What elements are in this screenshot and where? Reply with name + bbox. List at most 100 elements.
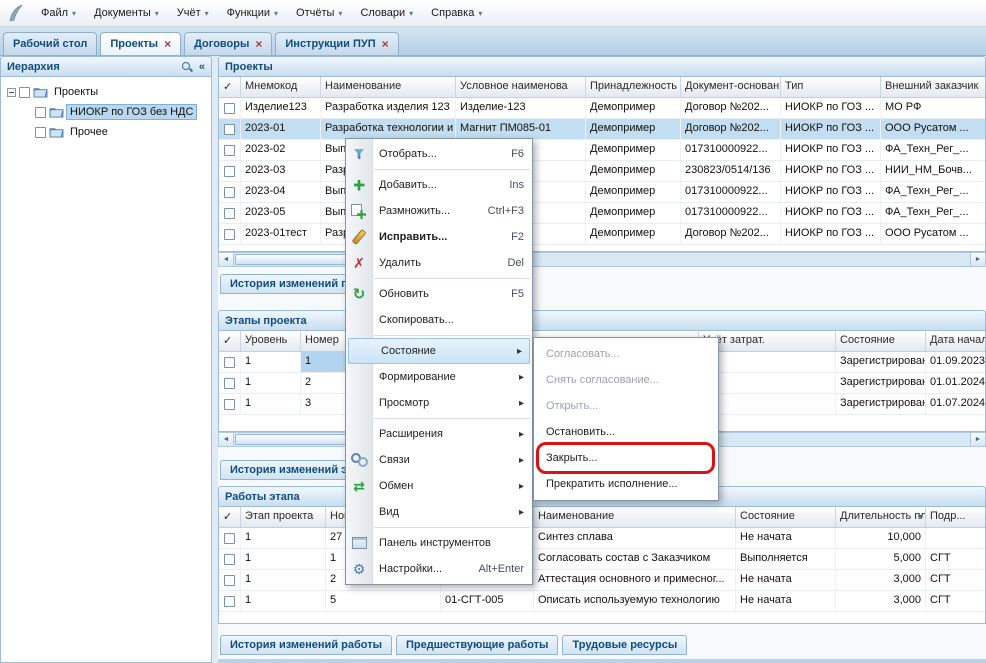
checkbox[interactable] [224, 103, 235, 114]
checkbox[interactable] [224, 554, 235, 565]
menubar-item[interactable]: Файл [32, 2, 85, 24]
tab[interactable]: Проекты [100, 32, 181, 55]
checkbox[interactable] [224, 145, 235, 156]
horizontal-scrollbar[interactable] [218, 252, 986, 267]
context-menu-item[interactable]: Удалить Del [346, 250, 532, 276]
scroll-right-button[interactable] [970, 433, 985, 446]
menubar-item[interactable]: Справка [422, 2, 491, 24]
column-header[interactable]: Условное наименова [456, 77, 586, 97]
checkbox[interactable] [224, 166, 235, 177]
tab[interactable]: Договоры [184, 32, 272, 55]
context-menu-item[interactable]: Скопировать... [346, 307, 532, 333]
checkbox[interactable] [224, 533, 235, 544]
column-header[interactable]: Наименование [534, 507, 736, 527]
context-menu-item[interactable]: Вид [346, 499, 532, 525]
table-row[interactable]: 2023-01тест Разр ый маг... Демопример До… [219, 224, 985, 245]
context-menu-item[interactable]: Обмен [346, 473, 532, 499]
column-header[interactable]: Документ-основан [681, 77, 781, 97]
checkbox[interactable] [224, 575, 235, 586]
tree-item[interactable]: Прочее [1, 122, 211, 142]
column-header[interactable]: Принадлежность [586, 77, 681, 97]
column-header[interactable]: Подр... [926, 507, 985, 527]
column-header[interactable]: Длительность план [836, 507, 926, 527]
context-menu-item[interactable]: Формирование [346, 364, 532, 390]
menubar-item[interactable]: Учёт [168, 2, 218, 24]
table-row[interactable]: 2023-05 Вып Демопример 017310000922... Н… [219, 203, 985, 224]
checkbox[interactable] [224, 208, 235, 219]
context-menu-item[interactable]: Исправить... F2 [346, 224, 532, 250]
table-row[interactable]: 1 2 Аттестация основного и примесног... … [219, 570, 985, 591]
menubar-item[interactable]: Документы [85, 2, 168, 24]
column-header[interactable]: ✓ [219, 507, 241, 527]
context-menu-item[interactable]: Размножить... Ctrl+F3 [346, 198, 532, 224]
checkbox[interactable] [224, 399, 235, 410]
table-row[interactable]: 2023-04 Вып Демопример 017310000922... Н… [219, 182, 985, 203]
menubar-item[interactable]: Функции [218, 2, 287, 24]
column-header[interactable]: Внешний заказчик [881, 77, 985, 97]
table-row[interactable]: 2023-03 Разр 23/269 Демопример 230823/05… [219, 161, 985, 182]
submenu-item[interactable]: Прекратить исполнение... [534, 471, 718, 497]
collapse-panel-icon[interactable] [199, 61, 205, 73]
column-header[interactable]: Состояние [836, 331, 926, 351]
table-row[interactable]: Изделие123 Разработка изделия 123 Издели… [219, 98, 985, 119]
column-header[interactable]: Мнемокод [241, 77, 321, 97]
checkbox[interactable] [224, 124, 235, 135]
column-header[interactable]: Уровень [241, 331, 301, 351]
submenu-item[interactable]: Остановить... [534, 419, 718, 445]
context-menu-item[interactable]: Добавить... Ins [346, 172, 532, 198]
column-header[interactable]: ✓ [219, 331, 241, 351]
state-submenu: Согласовать... Снять согласование... Отк… [533, 337, 719, 501]
tree-expander-icon[interactable] [7, 88, 16, 97]
context-menu-item[interactable]: Расширения [346, 421, 532, 447]
checkbox[interactable] [224, 229, 235, 240]
checkbox[interactable] [19, 87, 30, 98]
column-header[interactable]: Дата начала план [926, 331, 985, 351]
bottom-tab[interactable]: Предшествующие работы [396, 635, 558, 655]
scroll-left-button[interactable] [219, 253, 234, 266]
table-row[interactable]: 1 5 01-СГТ-005 Описать используемую техн… [219, 591, 985, 612]
tab-close-icon[interactable] [382, 37, 389, 51]
context-menu-item[interactable]: Связи [346, 447, 532, 473]
column-header[interactable]: Этап проекта [241, 507, 326, 527]
checkbox[interactable] [35, 127, 46, 138]
context-menu-item[interactable]: Настройки... Alt+Enter [346, 556, 532, 582]
column-header[interactable]: Учёт затрат. [699, 331, 836, 351]
tab-close-icon[interactable] [255, 37, 262, 51]
bottom-tab[interactable]: История изменений работы [220, 635, 392, 655]
submenu-item[interactable]: Снять согласование... [534, 367, 718, 393]
checkbox[interactable] [224, 187, 235, 198]
bottom-tab[interactable]: Трудовые ресурсы [562, 635, 687, 655]
scroll-left-button[interactable] [219, 433, 234, 446]
menubar-item[interactable]: Отчёты [287, 2, 351, 24]
context-menu-item[interactable]: Обновить F5 [346, 281, 532, 307]
tree-item[interactable]: НИОКР по ГОЗ без НДС [1, 102, 211, 122]
checkbox[interactable] [224, 596, 235, 607]
checkbox[interactable] [224, 357, 235, 368]
context-menu-item[interactable]: Состояние [348, 338, 530, 364]
menubar-item[interactable]: Словари [351, 2, 422, 24]
table-row[interactable]: 1 27 Синтез сплава Не начата 10,000 [219, 528, 985, 549]
context-menu-item[interactable]: Отобрать... F6 [346, 141, 532, 167]
context-menu-item[interactable]: Просмотр [346, 390, 532, 416]
scroll-right-button[interactable] [970, 253, 985, 266]
tab[interactable]: Рабочий стол [3, 32, 97, 55]
submenu-item[interactable]: Закрыть... [534, 445, 718, 471]
table-row[interactable]: 1 1 Согласовать состав с Заказчиком Выпо… [219, 549, 985, 570]
table-row[interactable]: 2023-01 Разработка технологии и Магнит П… [219, 119, 985, 140]
table-row[interactable]: 2023-02 Вып -ЭМС Демопример 017310000922… [219, 140, 985, 161]
tab-close-icon[interactable] [164, 37, 171, 51]
column-header[interactable]: Состояние [736, 507, 836, 527]
column-header[interactable]: Наименование [321, 77, 456, 97]
checkbox[interactable] [35, 107, 46, 118]
column-header[interactable]: Тип [781, 77, 881, 97]
context-menu-item[interactable]: Панель инструментов [346, 530, 532, 556]
submenu-item[interactable]: Согласовать... [534, 341, 718, 367]
column-header[interactable]: Номер [301, 331, 346, 351]
checkbox[interactable] [224, 378, 235, 389]
submenu-item[interactable]: Открыть... [534, 393, 718, 419]
tab[interactable]: Инструкции ПУП [275, 32, 398, 55]
tree-item[interactable]: Проекты [1, 82, 211, 102]
column-header[interactable]: ✓ [219, 77, 241, 97]
row-select-cell [219, 394, 241, 414]
search-icon[interactable] [181, 61, 193, 73]
